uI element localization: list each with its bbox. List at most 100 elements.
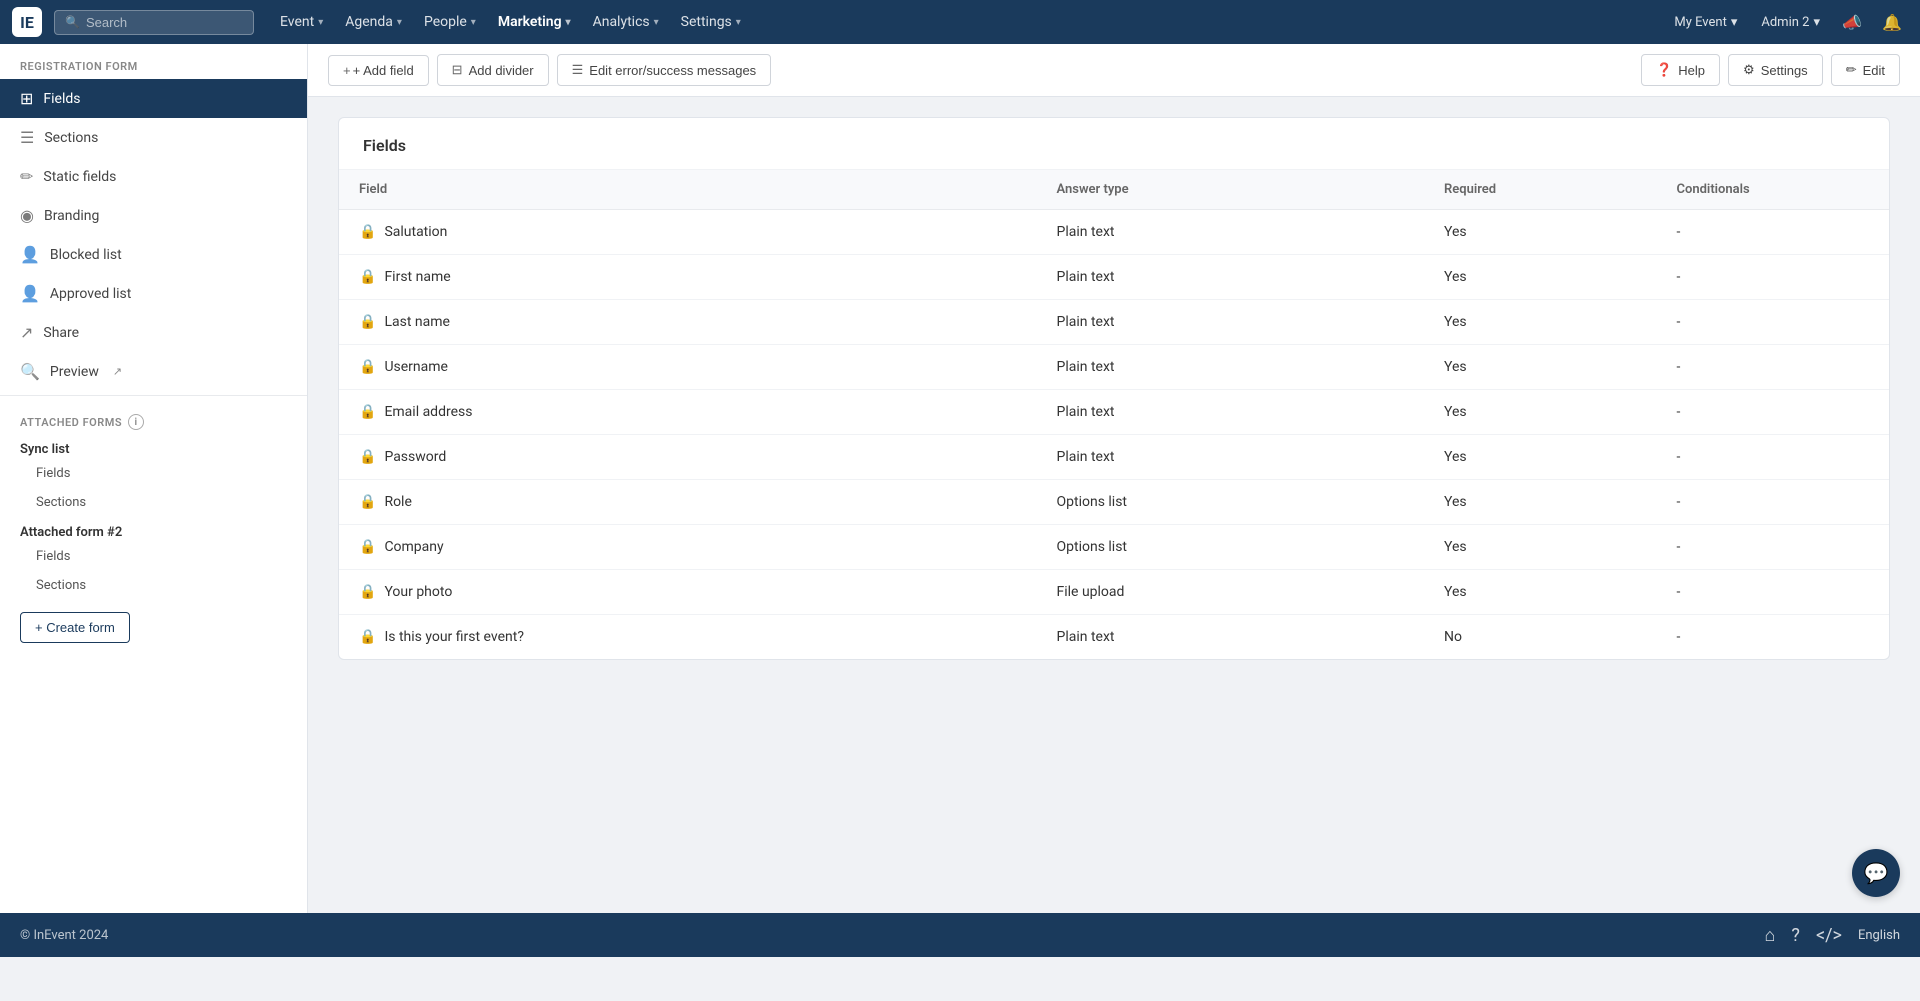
lock-icon: 🔒 (359, 629, 376, 645)
search-box[interactable]: 🔍 (54, 10, 254, 35)
sidebar: REGISTRATION FORM ⊞ Fields ☰ Sections ✏ … (0, 44, 308, 913)
help-button[interactable]: ❓ Help (1641, 54, 1720, 86)
nav-people[interactable]: People ▾ (414, 8, 486, 36)
required-cell: Yes (1424, 435, 1657, 480)
bottom-bar-right: ⌂ ? </> English (1765, 925, 1900, 946)
plus-icon: + (343, 63, 351, 78)
table-row[interactable]: 🔒 First name Plain text Yes - (339, 255, 1889, 300)
sidebar-item-preview[interactable]: 🔍 Preview ↗ (0, 352, 307, 391)
nav-event[interactable]: Event ▾ (270, 8, 333, 36)
chevron-down-icon: ▾ (1731, 15, 1738, 30)
question-icon[interactable]: ? (1791, 925, 1800, 946)
bell-icon[interactable]: 🔔 (1876, 6, 1908, 38)
approved-user-icon: 👤 (20, 284, 40, 303)
col-header-field: Field (339, 170, 1037, 210)
field-name: Password (384, 449, 446, 465)
attached-form-2-fields[interactable]: Fields (0, 542, 307, 571)
my-event-menu[interactable]: My Event ▾ (1666, 11, 1745, 34)
answer-type-cell: Options list (1037, 525, 1425, 570)
lock-icon: 🔒 (359, 269, 376, 285)
answer-type-cell: Plain text (1037, 300, 1425, 345)
lock-icon: 🔒 (359, 584, 376, 600)
col-header-answer-type: Answer type (1037, 170, 1425, 210)
sync-list-fields[interactable]: Fields (0, 459, 307, 488)
add-field-button[interactable]: + + Add field (328, 55, 429, 86)
answer-type-cell: Options list (1037, 480, 1425, 525)
field-name-cell: 🔒 Email address (339, 390, 1037, 435)
settings-button[interactable]: ⚙ Settings (1728, 54, 1823, 86)
app-logo[interactable]: IE (12, 7, 42, 37)
lock-icon: 🔒 (359, 539, 376, 555)
conditionals-cell: - (1657, 210, 1890, 255)
field-name: Salutation (384, 224, 447, 240)
sync-list-sections[interactable]: Sections (0, 488, 307, 517)
blocked-user-icon: 👤 (20, 245, 40, 264)
col-header-required: Required (1424, 170, 1657, 210)
conditionals-cell: - (1657, 525, 1890, 570)
nav-agenda[interactable]: Agenda ▾ (335, 8, 412, 36)
conditionals-cell: - (1657, 300, 1890, 345)
table-row[interactable]: 🔒 Username Plain text Yes - (339, 345, 1889, 390)
required-cell: Yes (1424, 300, 1657, 345)
search-icon: 🔍 (65, 15, 80, 29)
add-divider-button[interactable]: ⊟ Add divider (437, 54, 549, 86)
chevron-down-icon: ▾ (566, 17, 571, 28)
table-row[interactable]: 🔒 Your photo File upload Yes - (339, 570, 1889, 615)
settings-gear-icon: ⚙ (1743, 62, 1755, 78)
field-name-cell: 🔒 Is this your first event? (339, 615, 1037, 660)
sidebar-divider (0, 395, 307, 396)
required-cell: Yes (1424, 525, 1657, 570)
nav-settings[interactable]: Settings ▾ (671, 8, 751, 36)
sidebar-item-approved-list[interactable]: 👤 Approved list (0, 274, 307, 313)
admin-menu[interactable]: Admin 2 ▾ (1753, 11, 1828, 34)
main-content: + + Add field ⊟ Add divider ☰ Edit error… (308, 44, 1920, 913)
edit-messages-button[interactable]: ☰ Edit error/success messages (557, 54, 772, 86)
nav-right: My Event ▾ Admin 2 ▾ 📣 🔔 (1666, 6, 1908, 38)
copyright-text: © InEvent 2024 (20, 928, 108, 943)
sidebar-item-branding[interactable]: ◉ Branding (0, 196, 307, 235)
table-row[interactable]: 🔒 Salutation Plain text Yes - (339, 210, 1889, 255)
chevron-down-icon: ▾ (471, 17, 476, 28)
attached-form-2-title: Attached form #2 (0, 517, 307, 542)
table-row[interactable]: 🔒 Is this your first event? Plain text N… (339, 615, 1889, 660)
field-name: Email address (384, 404, 472, 420)
info-icon[interactable]: i (128, 414, 144, 430)
code-icon[interactable]: </> (1816, 925, 1842, 946)
notifications-icon[interactable]: 📣 (1836, 6, 1868, 38)
sidebar-item-fields[interactable]: ⊞ Fields (0, 79, 307, 118)
field-name: First name (384, 269, 450, 285)
field-name-cell: 🔒 Salutation (339, 210, 1037, 255)
conditionals-cell: - (1657, 345, 1890, 390)
nav-marketing[interactable]: Marketing ▾ (488, 8, 581, 36)
answer-type-cell: File upload (1037, 570, 1425, 615)
home-icon[interactable]: ⌂ (1765, 925, 1776, 946)
lock-icon: 🔒 (359, 314, 376, 330)
chat-bubble-button[interactable]: 💬 (1852, 849, 1900, 897)
table-row[interactable]: 🔒 Last name Plain text Yes - (339, 300, 1889, 345)
branding-icon: ◉ (20, 206, 34, 225)
attached-form-2-sections[interactable]: Sections (0, 571, 307, 600)
conditionals-cell: - (1657, 390, 1890, 435)
answer-type-cell: Plain text (1037, 615, 1425, 660)
table-row[interactable]: 🔒 Email address Plain text Yes - (339, 390, 1889, 435)
conditionals-cell: - (1657, 570, 1890, 615)
field-name-cell: 🔒 Company (339, 525, 1037, 570)
edit-button[interactable]: ✏ Edit (1831, 54, 1900, 86)
create-form-button[interactable]: + Create form (20, 612, 130, 643)
table-row[interactable]: 🔒 Role Options list Yes - (339, 480, 1889, 525)
sidebar-item-share[interactable]: ↗ Share (0, 313, 307, 352)
field-name-cell: 🔒 Username (339, 345, 1037, 390)
conditionals-cell: - (1657, 615, 1890, 660)
edit-icon: ✏ (20, 167, 33, 186)
nav-analytics[interactable]: Analytics ▾ (583, 8, 669, 36)
required-cell: No (1424, 615, 1657, 660)
sidebar-item-static-fields[interactable]: ✏ Static fields (0, 157, 307, 196)
table-row[interactable]: 🔒 Company Options list Yes - (339, 525, 1889, 570)
search-input[interactable] (86, 15, 243, 30)
language-selector[interactable]: English (1858, 928, 1900, 943)
sidebar-item-blocked-list[interactable]: 👤 Blocked list (0, 235, 307, 274)
answer-type-cell: Plain text (1037, 390, 1425, 435)
table-row[interactable]: 🔒 Password Plain text Yes - (339, 435, 1889, 480)
sidebar-item-sections[interactable]: ☰ Sections (0, 118, 307, 157)
lock-icon: 🔒 (359, 404, 376, 420)
